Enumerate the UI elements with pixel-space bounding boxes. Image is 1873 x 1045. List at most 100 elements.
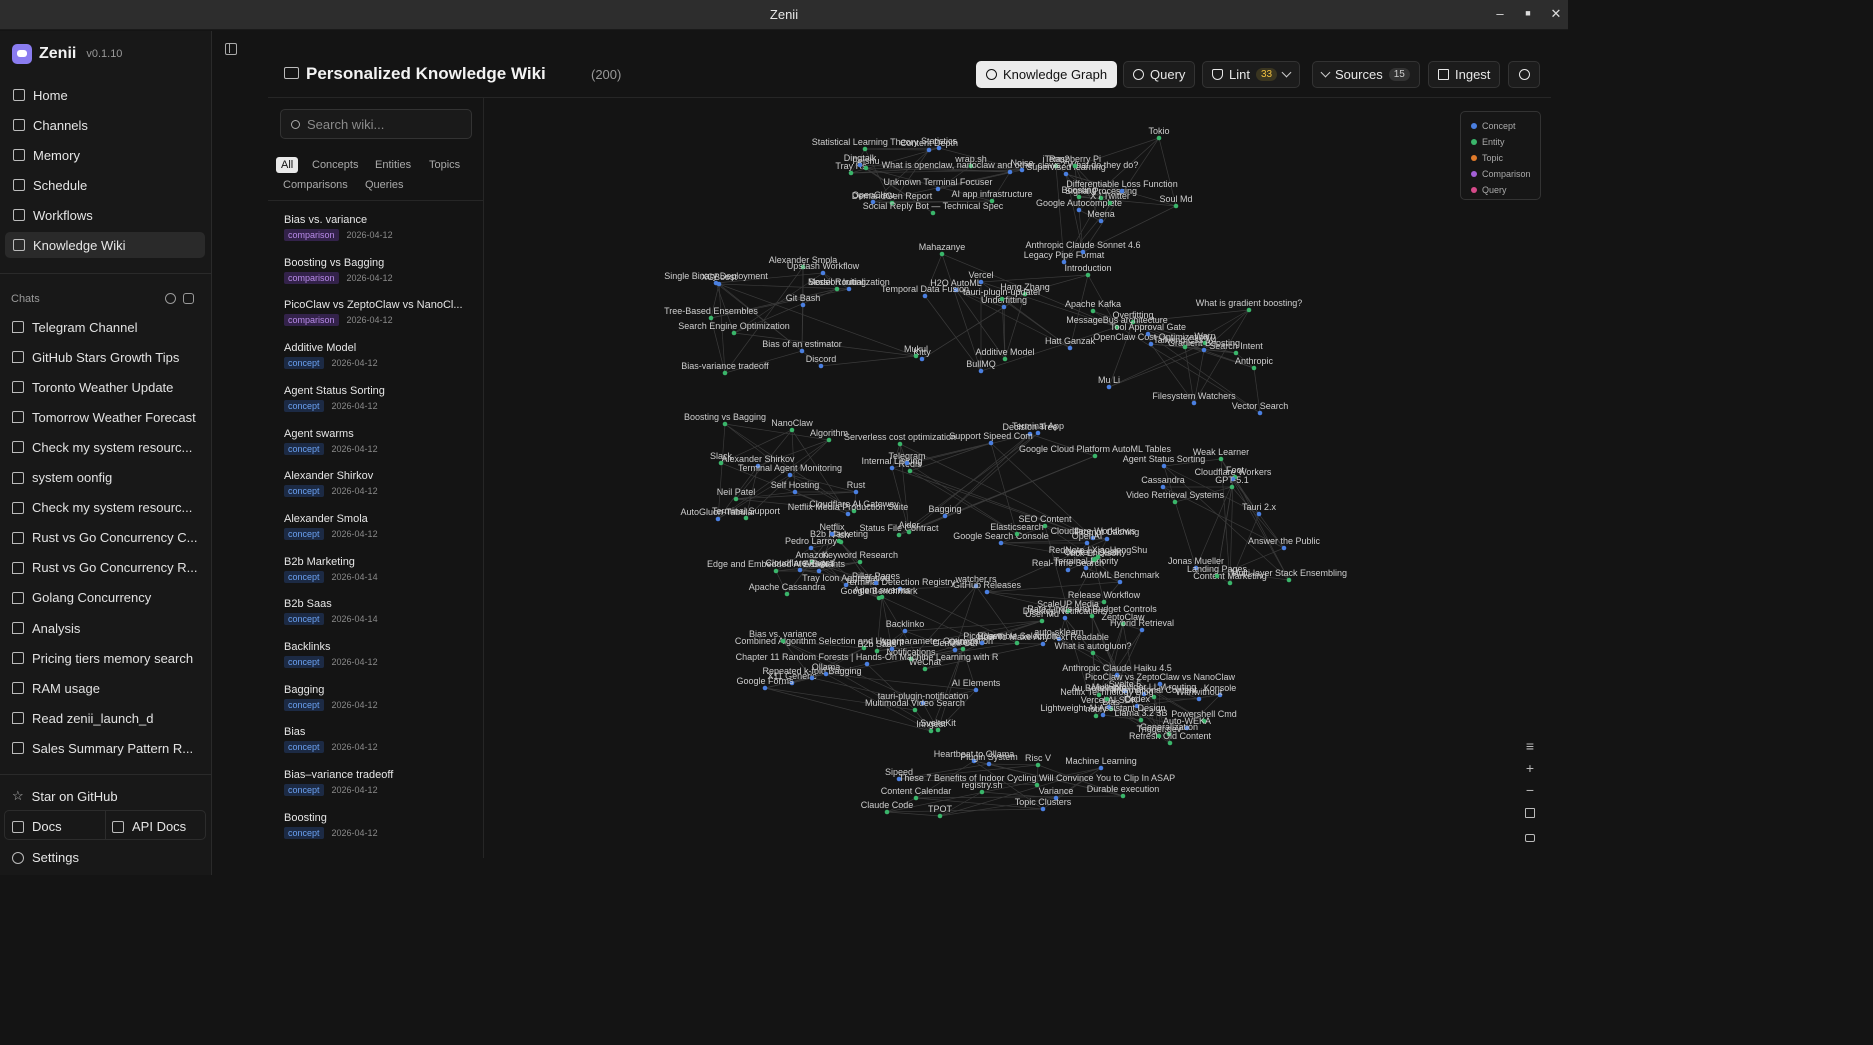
graph-node[interactable] — [906, 529, 912, 535]
graph-node[interactable] — [960, 646, 966, 652]
nav-item-home[interactable]: Home — [5, 82, 205, 108]
graph-node[interactable] — [1090, 308, 1096, 314]
sources-button[interactable]: Sources 15 — [1312, 61, 1420, 88]
graph-node[interactable] — [1139, 627, 1145, 633]
graph-node[interactable] — [845, 511, 851, 517]
graph-node[interactable] — [907, 468, 913, 474]
filter-tab-all[interactable]: All — [276, 157, 299, 173]
graph-node[interactable] — [1251, 365, 1257, 371]
graph-node[interactable] — [1148, 341, 1154, 347]
app-brand[interactable]: Zenii v0.1.10 — [12, 43, 122, 65]
chat-item[interactable]: Rust vs Go Concurrency R... — [12, 558, 208, 578]
graph-node[interactable] — [1214, 573, 1220, 579]
graph-node[interactable] — [1076, 207, 1082, 213]
filter-tab-queries[interactable]: Queries — [360, 177, 409, 193]
graph-node[interactable] — [922, 666, 928, 672]
wiki-list-item[interactable]: Bias concept 2026-04-12 — [284, 726, 474, 754]
graph-node[interactable] — [1191, 400, 1197, 406]
wiki-list-item[interactable]: Bagging concept 2026-04-12 — [284, 684, 474, 711]
graph-node[interactable] — [922, 293, 928, 299]
graph-node[interactable] — [939, 251, 945, 257]
wiki-list-item[interactable]: Additive Model concept 2026-04-12 — [284, 342, 474, 370]
wiki-list-item[interactable]: B2b Saas concept 2026-04-14 — [284, 598, 474, 626]
close-icon[interactable]: ✕ — [1548, 6, 1564, 22]
graph-node[interactable] — [1039, 618, 1045, 624]
fit-view-icon[interactable] — [1518, 803, 1542, 823]
graph-node[interactable] — [1092, 453, 1098, 459]
graph-node[interactable] — [731, 330, 737, 336]
graph-node[interactable] — [848, 170, 854, 176]
graph-node[interactable] — [773, 568, 779, 574]
graph-node[interactable] — [800, 302, 806, 308]
wiki-list-item[interactable]: Boosting concept 2026-04-12 — [284, 812, 474, 839]
graph-node[interactable] — [912, 707, 918, 713]
graph-node[interactable] — [978, 279, 984, 285]
wiki-list-item[interactable]: Agent Status Sorting concept 2026-04-12 — [284, 385, 474, 412]
graph-node[interactable] — [1104, 536, 1110, 542]
graph-node[interactable] — [1001, 304, 1007, 310]
graph-node[interactable] — [926, 147, 932, 153]
graph-node[interactable] — [780, 638, 786, 644]
nav-item-workflows[interactable]: Workflows — [5, 202, 205, 228]
graph-node[interactable] — [889, 465, 895, 471]
nav-item-channels[interactable]: Channels — [5, 112, 205, 138]
graph-node[interactable] — [919, 356, 925, 362]
filter-tab-concepts[interactable]: Concepts — [307, 157, 363, 173]
lock-icon[interactable] — [1518, 826, 1542, 846]
graph-node[interactable] — [1201, 347, 1207, 353]
graph-node[interactable] — [1098, 765, 1104, 771]
graph-node[interactable] — [1093, 713, 1099, 719]
chat-item[interactable]: Check my system resourc... — [12, 498, 208, 518]
graph-node[interactable] — [913, 795, 919, 801]
wiki-list-item[interactable]: Bias–variance tradeoff concept 2026-04-12 — [284, 769, 474, 797]
wiki-list-item[interactable]: Bias vs. variance comparison 2026-04-12 — [284, 214, 474, 241]
chat-item[interactable]: Analysis — [12, 618, 208, 638]
chat-item[interactable]: Rust vs Go Concurrency C... — [12, 528, 208, 548]
graph-node[interactable] — [1065, 567, 1071, 573]
zoom-out-icon[interactable]: − — [1518, 780, 1542, 800]
graph-node[interactable] — [1007, 169, 1013, 175]
graph-node[interactable] — [889, 646, 895, 652]
graph-node[interactable] — [857, 162, 863, 168]
graph-node[interactable] — [829, 531, 835, 537]
nav-item-schedule[interactable]: Schedule — [5, 172, 205, 198]
search-input[interactable] — [307, 115, 467, 133]
filter-tab-topics[interactable]: Topics — [424, 157, 465, 173]
graph-node[interactable] — [809, 675, 815, 681]
graph-node[interactable] — [823, 671, 829, 677]
api-docs-button[interactable]: API Docs — [112, 819, 186, 834]
graph-node[interactable] — [818, 363, 824, 369]
graph-node[interactable] — [1229, 484, 1235, 490]
graph-node[interactable] — [1167, 740, 1173, 746]
graph-node[interactable] — [792, 489, 798, 495]
wiki-list-item[interactable]: PicoClaw vs ZeptoClaw vs NanoCl... compar… — [284, 299, 474, 327]
wiki-list-item[interactable]: Backlinks concept 2026-04-12 — [284, 641, 474, 668]
zoom-in-icon[interactable]: + — [1518, 758, 1542, 778]
star-on-github-link[interactable]: ☆ Star on GitHub — [12, 788, 118, 804]
graph-node[interactable] — [1173, 203, 1179, 209]
graph-node[interactable] — [1218, 456, 1224, 462]
graph-node[interactable] — [937, 813, 943, 819]
chat-item[interactable]: Read zenii_launch_d — [12, 708, 208, 728]
chat-item[interactable]: GitHub Stars Growth Tips — [12, 347, 208, 367]
docs-button[interactable]: Docs — [12, 819, 62, 834]
graph-node[interactable] — [1156, 733, 1162, 739]
graph-node[interactable] — [1138, 717, 1144, 723]
graph-node[interactable] — [799, 348, 805, 354]
graph-node[interactable] — [1246, 307, 1252, 313]
graph-node[interactable] — [913, 353, 919, 359]
query-button[interactable]: Query — [1123, 61, 1196, 88]
graph-node[interactable] — [942, 513, 948, 519]
graph-node[interactable] — [1196, 696, 1202, 702]
graph-node[interactable] — [1035, 762, 1041, 768]
graph-node[interactable] — [789, 427, 795, 433]
graph-node[interactable] — [1233, 350, 1239, 356]
chat-item[interactable]: Tomorrow Weather Forecast — [12, 407, 208, 427]
graph-node[interactable] — [846, 286, 852, 292]
graph-node[interactable] — [879, 594, 885, 600]
graph-node[interactable] — [1098, 218, 1104, 224]
graph-node[interactable] — [1096, 692, 1102, 698]
graph-node[interactable] — [787, 472, 793, 478]
graph-node[interactable] — [864, 661, 870, 667]
chat-item[interactable]: RAM usage — [12, 678, 208, 698]
